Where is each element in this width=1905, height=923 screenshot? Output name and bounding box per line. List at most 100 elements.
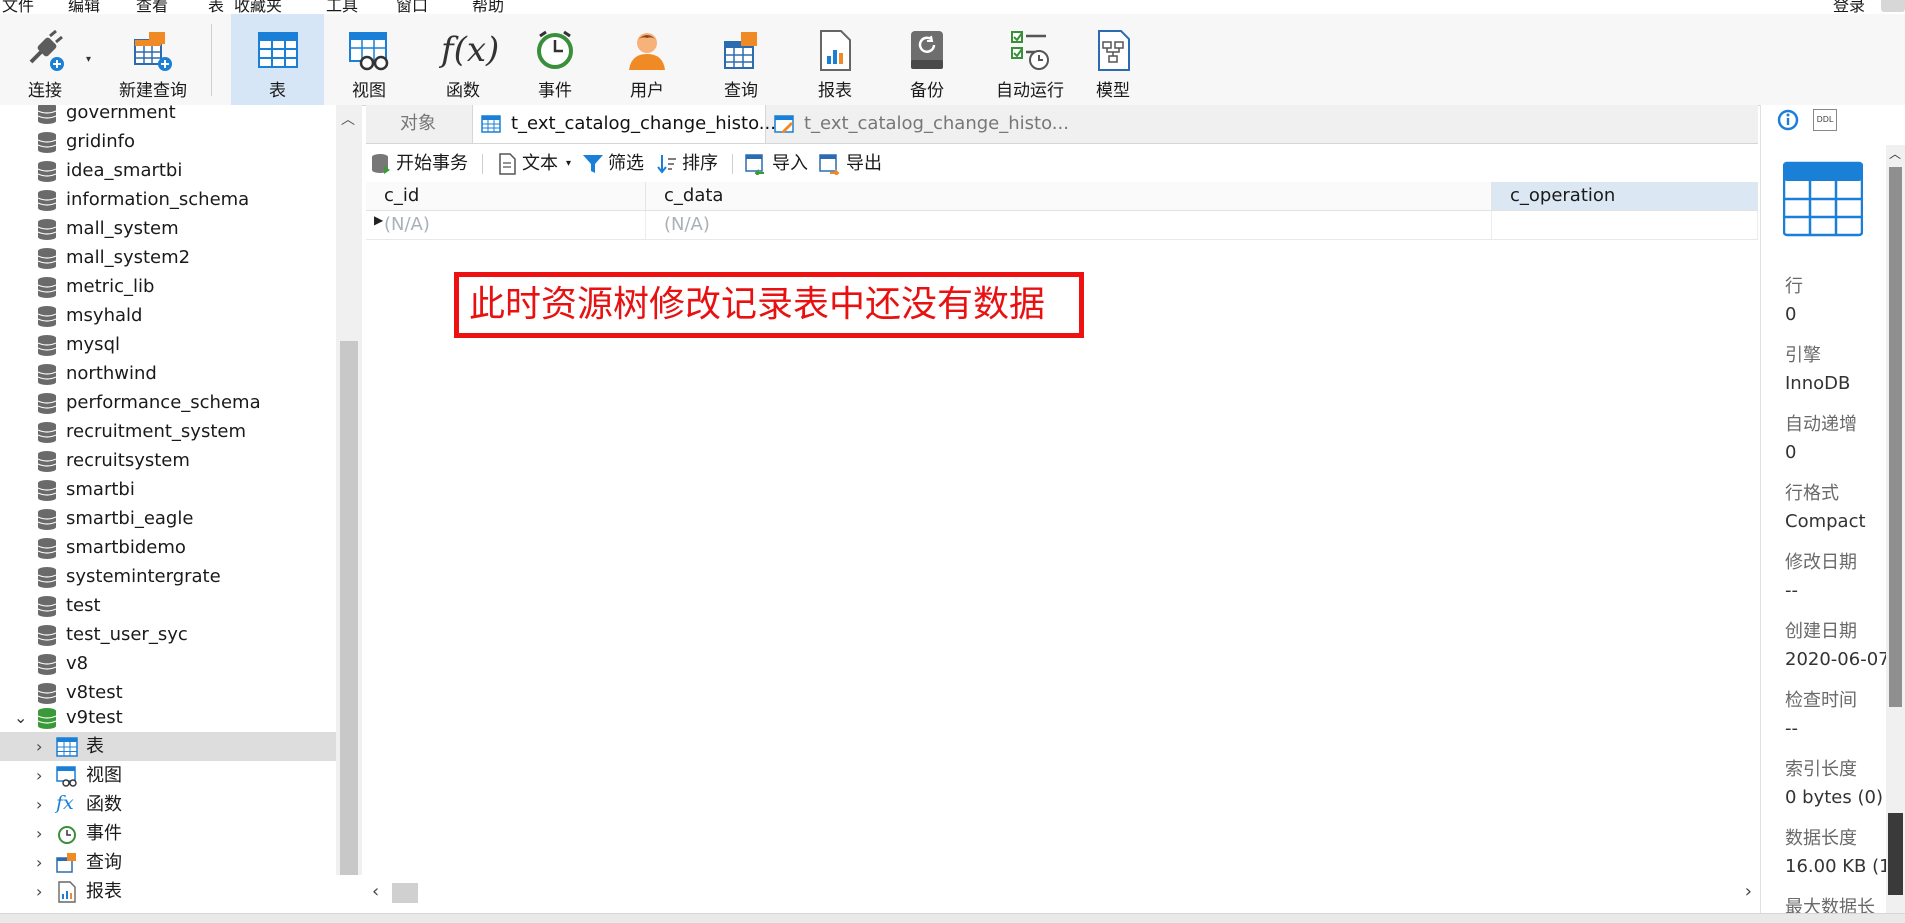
scrollbar-thumb[interactable] bbox=[392, 883, 418, 903]
chevron-up-icon[interactable]: ︿ bbox=[341, 109, 355, 129]
scrollbar-thumb-secondary[interactable] bbox=[1888, 813, 1903, 895]
cell-c-operation[interactable] bbox=[1492, 211, 1758, 239]
property-value: -- bbox=[1785, 580, 1798, 601]
database-icon bbox=[37, 480, 57, 501]
model-button[interactable]: 模型 bbox=[1068, 14, 1158, 105]
tree-node-database[interactable]: northwind bbox=[0, 359, 336, 388]
tree-node-database[interactable]: idea_smartbi bbox=[0, 156, 336, 185]
tree-node-database[interactable]: information_schema bbox=[0, 185, 336, 214]
chevron-right-icon[interactable]: › bbox=[1745, 881, 1752, 902]
property-value: 0 bytes (0) bbox=[1785, 787, 1883, 808]
tree-node-label: performance_schema bbox=[66, 392, 261, 413]
property-value: -- bbox=[1785, 718, 1798, 739]
chevron-left-icon[interactable]: ‹ bbox=[372, 881, 379, 902]
function-icon: fx bbox=[56, 792, 74, 814]
database-icon bbox=[37, 105, 57, 124]
tree-scrollbar[interactable]: ︿ bbox=[336, 105, 362, 875]
tab-table-design[interactable]: t_ext_catalog_change_histo... bbox=[766, 105, 1069, 143]
database-icon bbox=[37, 451, 57, 472]
chevron-right-icon[interactable]: › bbox=[36, 761, 42, 790]
table-button[interactable]: 表 bbox=[231, 14, 324, 105]
grid-horizontal-scrollbar[interactable]: ‹ › bbox=[366, 880, 1758, 906]
tree-node-label: systemintergrate bbox=[66, 566, 221, 587]
tree-node-database[interactable]: smartbi_eagle bbox=[0, 504, 336, 533]
tree-node-database[interactable]: recruitment_system bbox=[0, 417, 336, 446]
tree-node-database[interactable]: mall_system bbox=[0, 214, 336, 243]
tree-node-database[interactable]: recruitsystem bbox=[0, 446, 336, 475]
menu-bar: 文件 编辑 查看 表 收藏夹 工具 窗口 帮助 bbox=[0, 0, 1905, 15]
database-icon bbox=[37, 248, 57, 269]
tree-node-queries[interactable]: › 查询 bbox=[0, 848, 336, 877]
tree-node-reports[interactable]: › 报表 bbox=[0, 877, 336, 906]
report-icon bbox=[58, 881, 76, 903]
database-icon bbox=[37, 306, 57, 327]
tree-node-v9test[interactable]: ⌄ v9test bbox=[0, 703, 336, 732]
tree-node-database[interactable]: metric_lib bbox=[0, 272, 336, 301]
export-label: 导出 bbox=[846, 153, 882, 174]
chevron-down-icon[interactable]: ⌄ bbox=[14, 703, 27, 732]
tree-node-database[interactable]: government bbox=[0, 105, 336, 127]
tree-node-label: 视图 bbox=[86, 765, 122, 786]
ddl-icon[interactable]: DDL bbox=[1813, 109, 1837, 131]
tree-node-database[interactable]: smartbidemo bbox=[0, 533, 336, 562]
query-button[interactable]: 查询 bbox=[696, 14, 786, 105]
user-button[interactable]: 用户 bbox=[602, 14, 692, 105]
column-header-c-operation[interactable]: c_operation bbox=[1492, 182, 1758, 210]
new-query-button[interactable]: 新建查询 bbox=[98, 14, 208, 105]
tree-node-database[interactable]: gridinfo bbox=[0, 127, 336, 156]
tab-table-data[interactable]: t_ext_catalog_change_histo... bbox=[472, 105, 776, 143]
column-header-c-data[interactable]: c_data bbox=[646, 182, 1492, 210]
tree-node-tables[interactable]: › 表 bbox=[0, 732, 336, 761]
view-icon bbox=[349, 32, 389, 71]
table-row[interactable]: ▶ (N/A) (N/A) bbox=[366, 211, 1758, 240]
tree-node-label: northwind bbox=[66, 363, 157, 384]
tree-node-label: government bbox=[66, 105, 176, 123]
tree-node-views[interactable]: › 视图 bbox=[0, 761, 336, 790]
backup-button[interactable]: 备份 bbox=[882, 14, 972, 105]
cell-c-id[interactable]: (N/A) bbox=[366, 211, 646, 239]
properties-scrollbar[interactable]: ︿ bbox=[1886, 145, 1905, 915]
table-icon bbox=[481, 115, 501, 133]
scrollbar-thumb[interactable] bbox=[340, 341, 358, 875]
chevron-right-icon[interactable]: › bbox=[36, 848, 42, 877]
view-button[interactable]: 视图 bbox=[324, 14, 414, 105]
event-button[interactable]: 事件 bbox=[510, 14, 600, 105]
tree-node-label: 表 bbox=[86, 736, 104, 757]
chevron-right-icon[interactable]: › bbox=[36, 732, 42, 761]
table-icon bbox=[257, 32, 298, 68]
tree-node-label: 事件 bbox=[86, 823, 122, 844]
database-icon bbox=[37, 364, 57, 385]
tree-node-functions[interactable]: › fx 函数 bbox=[0, 790, 336, 819]
tree-node-database[interactable]: v8 bbox=[0, 649, 336, 678]
report-button[interactable]: 报表 bbox=[790, 14, 880, 105]
tree-node-database[interactable]: performance_schema bbox=[0, 388, 336, 417]
avatar[interactable] bbox=[1881, 0, 1905, 12]
scrollbar-thumb[interactable] bbox=[1889, 167, 1902, 707]
cell-c-data[interactable]: (N/A) bbox=[646, 211, 1492, 239]
chevron-right-icon[interactable]: › bbox=[36, 877, 42, 906]
info-icon[interactable] bbox=[1777, 109, 1799, 131]
property-value: 0 bbox=[1785, 304, 1797, 325]
tree-node-database[interactable]: test_user_syc bbox=[0, 620, 336, 649]
chevron-down-icon[interactable]: ▾ bbox=[86, 54, 91, 65]
tree-node-database[interactable]: test bbox=[0, 591, 336, 620]
tree-node-events[interactable]: › 事件 bbox=[0, 819, 336, 848]
tree-node-database[interactable]: smartbi bbox=[0, 475, 336, 504]
connect-button[interactable]: 连接 bbox=[0, 14, 90, 105]
chevron-up-icon[interactable]: ︿ bbox=[1889, 145, 1901, 162]
tree-node-database[interactable]: mall_system2 bbox=[0, 243, 336, 272]
backup-label: 备份 bbox=[910, 81, 944, 101]
tree-node-label: smartbi bbox=[66, 479, 135, 500]
chevron-right-icon[interactable]: › bbox=[36, 819, 42, 848]
column-header-c-id[interactable]: c_id bbox=[366, 182, 646, 210]
tree-node-label: 查询 bbox=[86, 852, 122, 873]
table-label: 表 bbox=[269, 81, 286, 101]
tree-node-database[interactable]: mysql bbox=[0, 330, 336, 359]
data-toolbar: 开始事务 文本 ▾ 筛选 排序 导入 导出 bbox=[366, 146, 1758, 182]
chevron-right-icon[interactable]: › bbox=[36, 790, 42, 819]
tab-objects[interactable]: 对象 bbox=[366, 105, 470, 143]
tree-node-database[interactable]: msyhald bbox=[0, 301, 336, 330]
tree-node-database[interactable]: systemintergrate bbox=[0, 562, 336, 591]
report-label: 报表 bbox=[818, 81, 852, 101]
function-button[interactable]: f(x) 函数 bbox=[418, 14, 508, 105]
